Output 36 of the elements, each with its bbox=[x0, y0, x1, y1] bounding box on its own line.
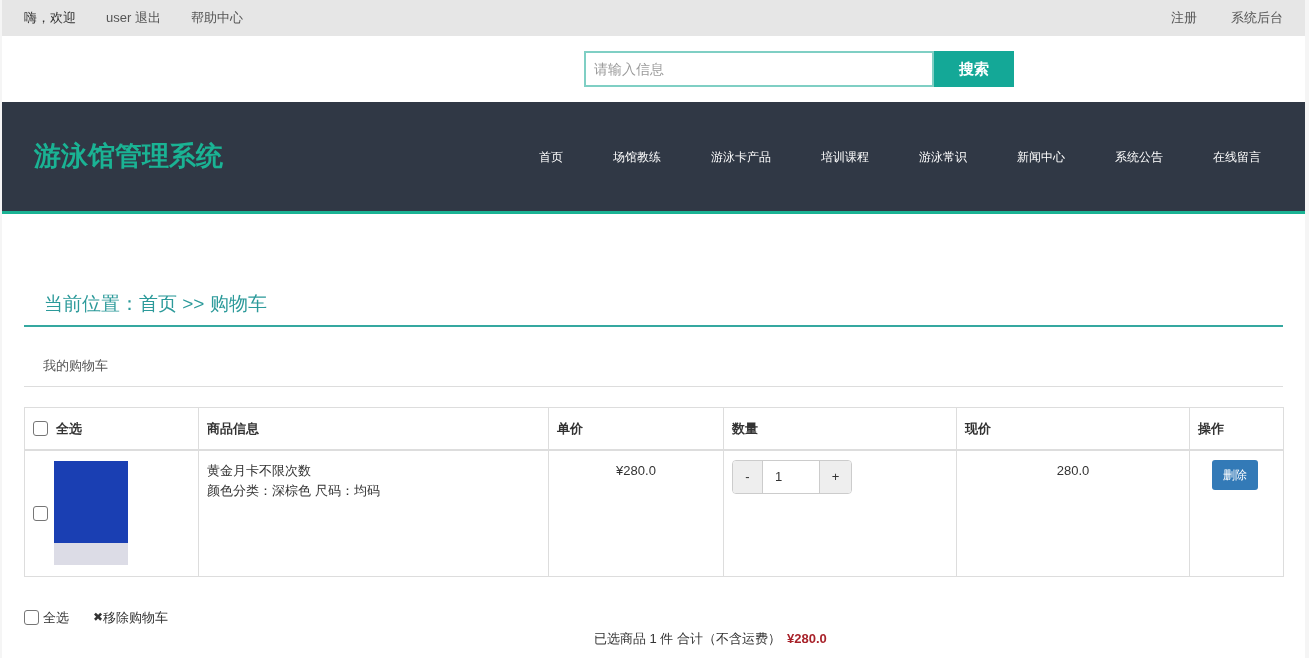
nav-link[interactable]: 首页 bbox=[539, 147, 563, 166]
search-field[interactable]: 请输入信息 bbox=[583, 51, 934, 87]
select-all-label: 全选 bbox=[56, 419, 82, 438]
top-link[interactable]: user 退出 bbox=[106, 8, 161, 28]
breadcrumb: 当前位置：首页 >> 购物车 bbox=[44, 293, 267, 314]
select-all-label: 全选 bbox=[43, 608, 69, 627]
top-link[interactable]: 系统后台 bbox=[1231, 8, 1283, 28]
column-header: 现价 bbox=[956, 407, 1190, 450]
checkbox[interactable] bbox=[33, 505, 48, 521]
checkbox[interactable] bbox=[24, 609, 39, 625]
summary-text: 已选商品 1 件 合计（不含运费） bbox=[594, 630, 782, 648]
delete-button[interactable]: 删除 bbox=[1212, 460, 1258, 490]
top-link[interactable]: 注册 bbox=[1171, 8, 1197, 28]
price: 280.0 bbox=[956, 450, 1190, 576]
nav-link[interactable]: 在线留言 bbox=[1213, 147, 1261, 166]
unit-price: ¥280.0 bbox=[548, 450, 724, 576]
column-header: 操作 bbox=[1189, 407, 1284, 450]
nav-link[interactable]: 游泳常识 bbox=[919, 147, 967, 166]
top-link[interactable]: 帮助中心 bbox=[190, 8, 243, 28]
close-icon: ✖ bbox=[93, 608, 103, 627]
nav-link[interactable]: 场馆教练 bbox=[613, 147, 661, 166]
checkbox[interactable] bbox=[33, 420, 48, 436]
product-name: 黄金月卡不限次数 bbox=[207, 462, 312, 480]
total-amount: ¥280.0 bbox=[787, 630, 827, 648]
nav-link[interactable]: 系统公告 bbox=[1115, 147, 1163, 166]
section-title: 我的购物车 bbox=[43, 357, 108, 373]
column-header: 商品信息 bbox=[198, 407, 549, 450]
welcome-text: 嗨，欢迎 bbox=[24, 9, 76, 28]
remove-button[interactable]: ✖移除购物车 bbox=[93, 607, 168, 627]
column-header: 单价 bbox=[548, 407, 724, 450]
product-spec: 颜色分类：深棕色 尺码：均码 bbox=[207, 482, 381, 500]
nav-link[interactable]: 新闻中心 bbox=[1017, 147, 1065, 166]
column-header: 数量 bbox=[723, 407, 957, 450]
nav-link[interactable]: 游泳卡产品 bbox=[711, 147, 771, 166]
nav-link[interactable]: 培训课程 bbox=[821, 147, 869, 166]
site-title: 游泳馆管理系统 bbox=[34, 140, 223, 174]
